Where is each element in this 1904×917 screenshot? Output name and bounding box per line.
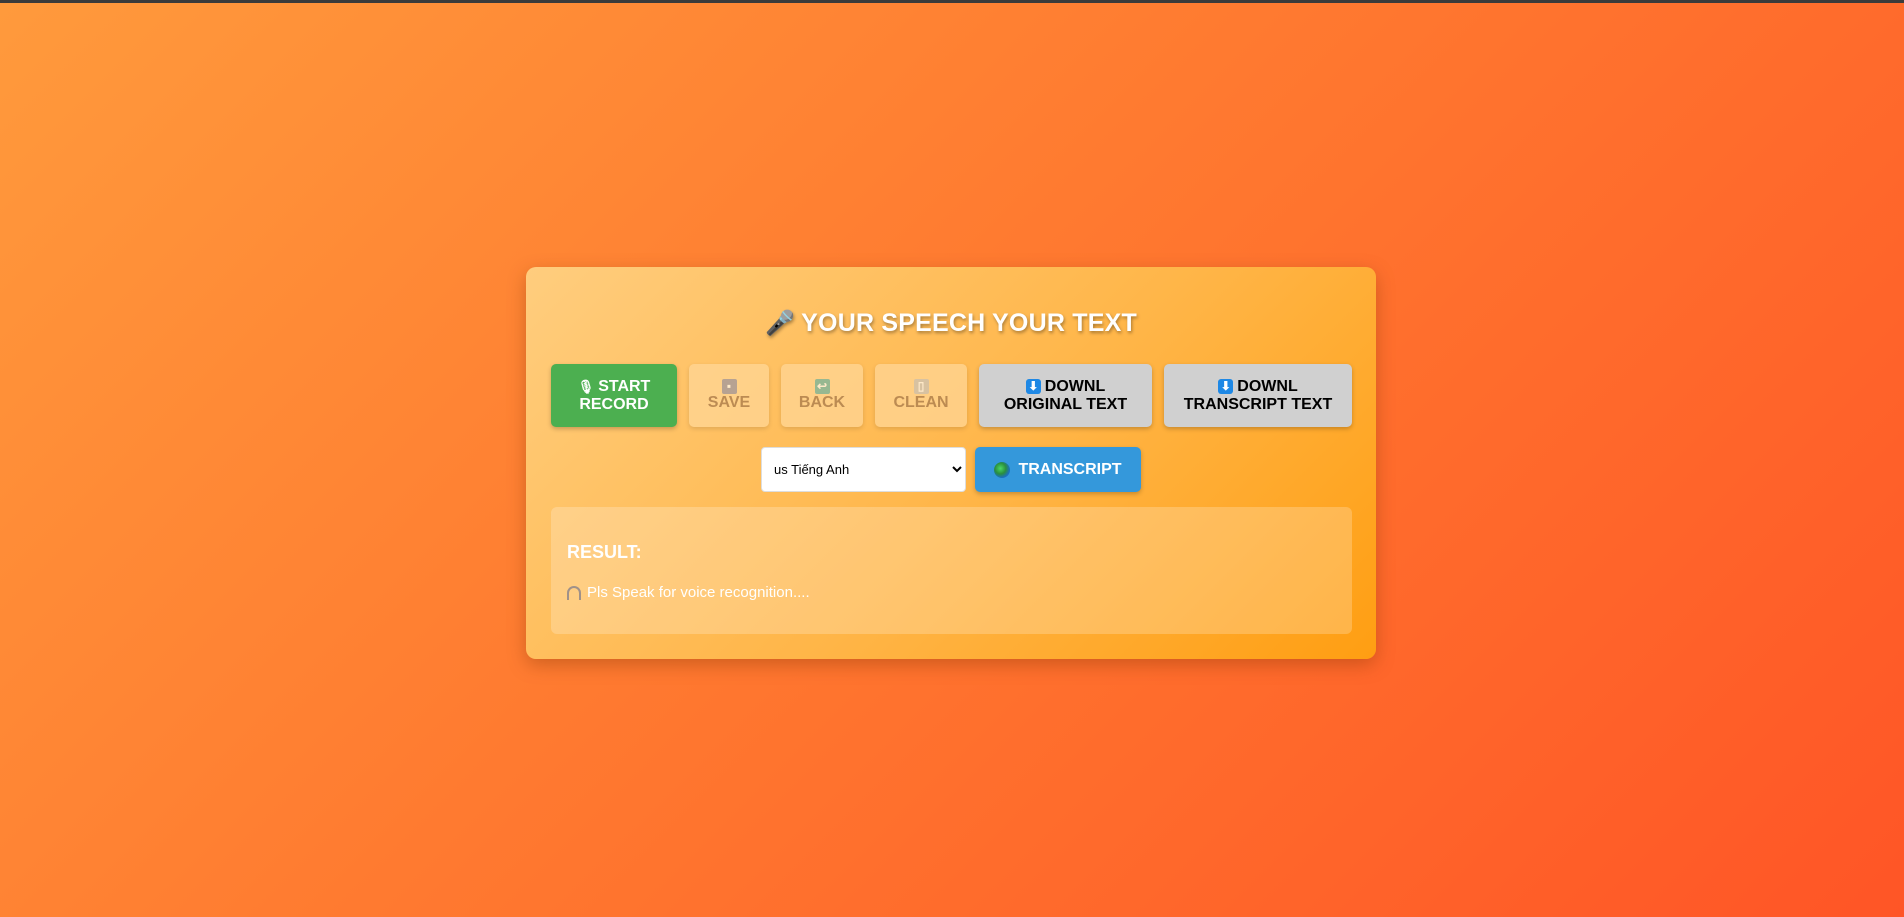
result-message: Pls Speak for voice recognition....	[567, 584, 810, 601]
download-icon: ⬇	[1218, 379, 1234, 394]
back-button[interactable]: ↩ BACK	[781, 364, 863, 427]
clean-button[interactable]: ▯ CLEAN	[875, 364, 967, 427]
transcript-label: TRANSCRIPT	[1018, 460, 1122, 478]
floppy-disk-icon: ▪	[721, 379, 737, 394]
window-top-border	[0, 0, 1904, 3]
start-record-label-line1: START	[598, 377, 651, 395]
download-transcript-label-line1: DOWNL	[1237, 377, 1298, 395]
globe-icon	[994, 461, 1011, 478]
start-record-button[interactable]: 🎙 START RECORD	[551, 364, 677, 427]
download-transcript-label-line2: TRANSCRIPT TEXT	[1183, 395, 1333, 413]
page-title-text: YOUR SPEECH YOUR TEXT	[801, 309, 1137, 337]
transcript-button[interactable]: TRANSCRIPT	[975, 447, 1141, 492]
headphone-icon	[567, 585, 581, 600]
download-original-label-line2: ORIGINAL TEXT	[1003, 395, 1128, 413]
trash-icon: ▯	[913, 379, 929, 394]
save-label: SAVE	[707, 394, 751, 411]
undo-icon: ↩	[814, 379, 830, 394]
back-label: BACK	[798, 394, 846, 411]
download-original-label-line1: DOWNL	[1044, 377, 1106, 395]
microphone-icon: 🎤	[765, 310, 796, 337]
language-select[interactable]: us Tiếng Anh	[761, 447, 966, 492]
download-transcript-button[interactable]: ⬇ DOWNL TRANSCRIPT TEXT	[1164, 364, 1352, 427]
microphone-icon: 🎙	[577, 378, 595, 394]
result-text: Pls Speak for voice recognition....	[587, 584, 810, 601]
speech-panel: 🎤 YOUR SPEECH YOUR TEXT 🎙 START RECORD ▪ …	[526, 267, 1376, 659]
result-title: RESULT:	[567, 542, 642, 562]
save-button[interactable]: ▪ SAVE	[689, 364, 769, 427]
start-record-label-line2: RECORD	[579, 395, 649, 413]
download-original-button[interactable]: ⬇ DOWNL ORIGINAL TEXT	[979, 364, 1152, 427]
clean-label: CLEAN	[893, 394, 949, 411]
download-icon: ⬇	[1025, 379, 1041, 394]
result-box: RESULT: Pls Speak for voice recognition.…	[551, 507, 1352, 634]
language-select-wrapper: us Tiếng Anh	[761, 447, 966, 492]
page-title: 🎤 YOUR SPEECH YOUR TEXT	[526, 309, 1376, 338]
